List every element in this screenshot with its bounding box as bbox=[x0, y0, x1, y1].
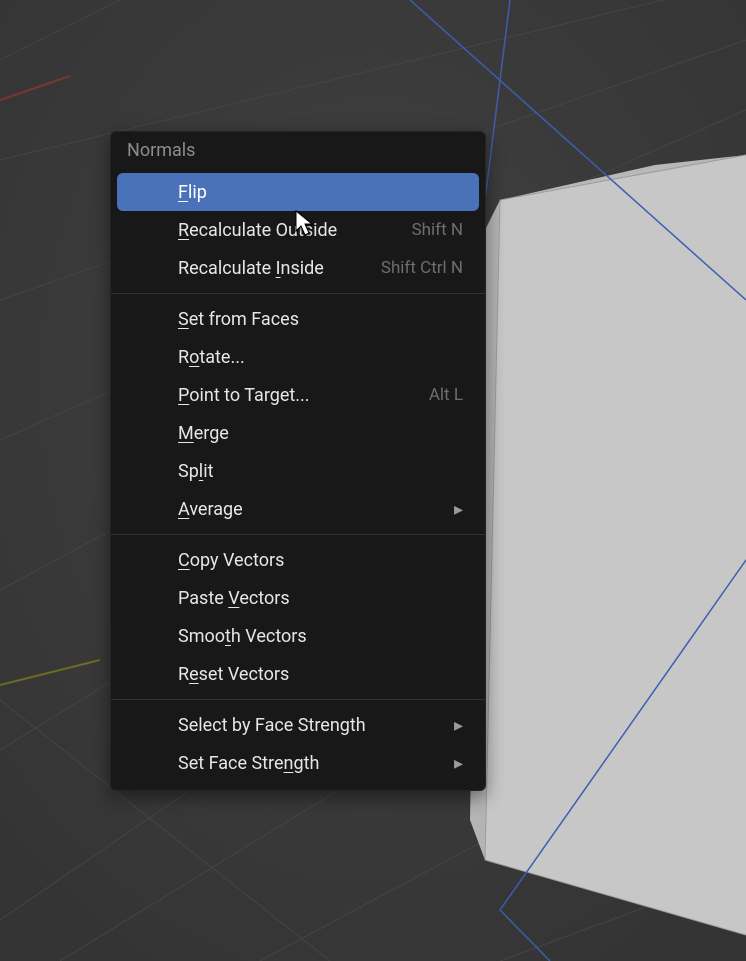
menu-item-label: Smooth Vectors bbox=[133, 626, 307, 647]
menu-item-label: Flip bbox=[133, 182, 207, 203]
menu-item-flip[interactable]: Flip bbox=[117, 173, 479, 211]
menu-item-set-face-strength[interactable]: Set Face Strength ▸ bbox=[117, 744, 479, 782]
normals-context-menu[interactable]: Normals FlipRecalculate OutsideShift NRe… bbox=[110, 131, 486, 791]
menu-item-recalc-outside[interactable]: Recalculate Outside Shift N bbox=[117, 211, 479, 249]
menu-item-label: Merge bbox=[133, 423, 229, 444]
menu-item-average[interactable]: Average ▸ bbox=[117, 490, 479, 528]
menu-item-select-by-face-strength[interactable]: Select by Face Strength ▸ bbox=[117, 706, 479, 744]
menu-item-label: Select by Face Strength bbox=[133, 715, 366, 736]
menu-item-rotate[interactable]: Rotate... bbox=[117, 338, 479, 376]
menu-item-split[interactable]: Split bbox=[117, 452, 479, 490]
menu-item-label: Rotate... bbox=[133, 347, 245, 368]
menu-item-shortcut: Shift Ctrl N bbox=[381, 258, 463, 278]
menu-separator bbox=[111, 534, 485, 535]
menu-separator bbox=[111, 293, 485, 294]
menu-item-shortcut: Alt L bbox=[429, 385, 463, 405]
menu-item-label: Point to Target... bbox=[133, 385, 310, 406]
submenu-caret-icon: ▸ bbox=[454, 499, 463, 520]
menu-item-label: Average bbox=[133, 499, 243, 520]
menu-item-label: Reset Vectors bbox=[133, 664, 289, 685]
submenu-caret-icon: ▸ bbox=[454, 715, 463, 736]
menu-item-label: Copy Vectors bbox=[133, 550, 284, 571]
menu-item-point-to-target[interactable]: Point to Target... Alt L bbox=[117, 376, 479, 414]
menu-item-label: Paste Vectors bbox=[133, 588, 290, 609]
menu-item-label: Set Face Strength bbox=[133, 753, 319, 774]
menu-item-label: Recalculate Inside bbox=[133, 258, 324, 279]
menu-item-shortcut: Shift N bbox=[412, 220, 463, 240]
menu-title: Normals bbox=[111, 136, 485, 169]
submenu-caret-icon: ▸ bbox=[454, 753, 463, 774]
menu-item-merge[interactable]: Merge bbox=[117, 414, 479, 452]
menu-item-reset-vectors[interactable]: Reset Vectors bbox=[117, 655, 479, 693]
menu-item-set-from-faces[interactable]: Set from Faces bbox=[117, 300, 479, 338]
menu-item-smooth-vectors[interactable]: Smooth Vectors bbox=[117, 617, 479, 655]
menu-item-paste-vectors[interactable]: Paste Vectors bbox=[117, 579, 479, 617]
menu-item-label: Split bbox=[133, 461, 213, 482]
menu-item-label: Set from Faces bbox=[133, 309, 299, 330]
menu-item-label: Recalculate Outside bbox=[133, 220, 337, 241]
menu-separator bbox=[111, 699, 485, 700]
menu-item-recalc-inside[interactable]: Recalculate Inside Shift Ctrl N bbox=[117, 249, 479, 287]
menu-item-copy-vectors[interactable]: Copy Vectors bbox=[117, 541, 479, 579]
